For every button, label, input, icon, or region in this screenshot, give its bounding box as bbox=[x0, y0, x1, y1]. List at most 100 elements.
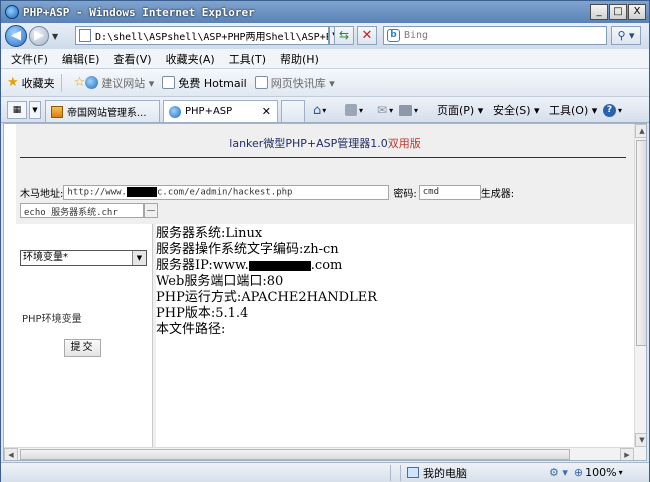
zoom-icon: ⊕ bbox=[573, 466, 584, 479]
help-icon: ? bbox=[603, 103, 616, 117]
page-title: lanker微型PHP+ASP管理器1.0双用版 bbox=[229, 137, 421, 150]
command-input[interactable]: echo 服务器系统.chr bbox=[20, 203, 144, 218]
menu-tools[interactable]: 工具(T) bbox=[229, 51, 266, 67]
function-select[interactable]: 环境变量* ▼ bbox=[20, 250, 147, 266]
favorites-bar: ★ 收藏夹 ☆ 建议网站 ▾ 免费 Hotmail 网页快讯库 ▾ bbox=[1, 69, 649, 97]
feeds-button[interactable]: ▾ bbox=[345, 101, 363, 119]
output-ip: 服务器IP:www. .com bbox=[156, 258, 343, 273]
mail-button[interactable]: ✉ ▾ bbox=[377, 101, 393, 119]
command-spinner[interactable] bbox=[144, 203, 158, 218]
search-placeholder: Bing bbox=[404, 30, 429, 41]
quick-tabs-icon[interactable]: ▦ bbox=[7, 101, 27, 119]
mail-icon: ✉ bbox=[377, 103, 388, 117]
trojan-url-label: 木马地址: bbox=[20, 189, 64, 200]
output-port: Web服务端口端口:80 bbox=[156, 274, 284, 289]
favorites-button[interactable]: 收藏夹 bbox=[22, 75, 55, 91]
divider bbox=[60, 73, 62, 92]
tab-bar: ▦ ▼ 帝国网站管理系... PHP+ASP ✕ ⌂ ▾ ▾ ✉ ▾ ▾ 页面(… bbox=[1, 97, 649, 123]
divider bbox=[20, 157, 626, 158]
page-icon bbox=[79, 29, 91, 42]
status-bar: 我的电脑 ⚙ ▾ ⊕ 100% ▾ bbox=[1, 462, 649, 482]
page-menu[interactable]: 页面(P) ▾ bbox=[437, 101, 483, 119]
history-dropdown-icon[interactable]: ▼ bbox=[52, 32, 58, 41]
redacted-block bbox=[248, 260, 311, 271]
menu-file[interactable]: 文件(F) bbox=[11, 51, 48, 67]
output-php-version: PHP版本:5.1.4 bbox=[156, 306, 249, 321]
close-button[interactable]: X bbox=[628, 4, 646, 20]
address-bar[interactable]: D:\shell\ASPshell\ASP+PHP两用Shell\ASP+PH bbox=[75, 26, 329, 45]
scroll-thumb[interactable] bbox=[636, 140, 646, 346]
refresh-button[interactable]: ⇆ bbox=[334, 26, 354, 45]
hotmail-link[interactable]: 免费 Hotmail bbox=[162, 75, 247, 91]
page-viewport: lanker微型PHP+ASP管理器1.0双用版 木马地址: http://ww… bbox=[3, 123, 647, 461]
scroll-up-icon[interactable]: ▲ bbox=[635, 124, 646, 138]
print-button[interactable]: ▾ bbox=[399, 101, 418, 119]
ie-icon bbox=[169, 105, 181, 118]
password-input[interactable]: cmd bbox=[418, 185, 481, 200]
ie-icon bbox=[85, 76, 99, 89]
home-button[interactable]: ⌂ ▾ bbox=[313, 101, 326, 119]
output-sapi: PHP运行方式:APACHE2HANDLER bbox=[156, 290, 378, 305]
back-button[interactable]: ◀ bbox=[5, 25, 27, 47]
minimize-button[interactable]: _ bbox=[590, 4, 608, 20]
password-label: 密码: bbox=[393, 189, 417, 200]
page-icon bbox=[254, 76, 268, 89]
home-icon: ⌂ bbox=[313, 102, 322, 118]
search-box[interactable]: b Bing bbox=[383, 26, 607, 45]
address-url: D:\shell\ASPshell\ASP+PHP两用Shell\ASP+PH bbox=[95, 32, 329, 43]
security-zone[interactable]: 我的电脑 bbox=[423, 465, 543, 481]
trojan-url-input[interactable]: http://www. c.com/e/admin/hackest.php bbox=[63, 185, 390, 200]
scroll-left-icon[interactable]: ◀ bbox=[4, 448, 18, 460]
scroll-thumb[interactable] bbox=[20, 449, 570, 460]
menu-help[interactable]: 帮助(H) bbox=[280, 51, 319, 67]
generator-label: 生成器: bbox=[480, 189, 515, 200]
scroll-corner bbox=[634, 447, 646, 460]
connection-form: 木马地址: http://www. c.com/e/admin/hackest.p… bbox=[20, 185, 514, 200]
tab-php-asp[interactable]: PHP+ASP ✕ bbox=[163, 100, 278, 122]
bing-icon: b bbox=[387, 29, 400, 42]
zoom-control[interactable]: ⊕ 100% ▾ bbox=[574, 466, 623, 479]
status-text bbox=[1, 464, 391, 481]
new-tab-button[interactable] bbox=[281, 100, 305, 122]
tab-list-dropdown-icon[interactable]: ▼ bbox=[29, 101, 41, 119]
submit-button[interactable]: 提交 bbox=[64, 339, 101, 357]
web-slice-gallery-link[interactable]: 网页快讯库 ▾ bbox=[254, 75, 335, 91]
rss-icon bbox=[345, 104, 357, 116]
navigation-bar: ◀ ▶ ▼ D:\shell\ASPshell\ASP+PHP两用Shell\A… bbox=[1, 23, 649, 49]
stop-button[interactable]: ✕ bbox=[357, 26, 377, 45]
chevron-down-icon: ▼ bbox=[132, 251, 146, 265]
tools-menu[interactable]: 工具(O) ▾ bbox=[549, 101, 597, 119]
favorites-star-icon: ★ bbox=[7, 75, 19, 90]
redacted-block bbox=[126, 187, 157, 197]
maximize-button[interactable]: □ bbox=[609, 4, 627, 20]
search-button[interactable]: ⚲ ▾ bbox=[611, 26, 641, 45]
protected-mode-icon[interactable]: ⚙ ▾ bbox=[549, 466, 568, 479]
output-path: 本文件路径: bbox=[156, 322, 226, 337]
computer-icon bbox=[407, 467, 419, 478]
safety-menu[interactable]: 安全(S) ▾ bbox=[493, 101, 540, 119]
menu-view[interactable]: 查看(V) bbox=[113, 51, 151, 67]
output-panel: 服务器系统:Linux 服务器操作系统文字编码:zh-cn 服务器IP:www.… bbox=[156, 224, 634, 447]
env-label: PHP环境变量 bbox=[22, 314, 82, 325]
forward-button[interactable]: ▶ bbox=[29, 26, 49, 46]
window-controls: _ □ X bbox=[590, 4, 646, 20]
help-button[interactable]: ? ▾ bbox=[603, 101, 622, 119]
favicon-icon bbox=[51, 105, 63, 118]
window-title: PHP+ASP - Windows Internet Explorer bbox=[23, 5, 255, 19]
vertical-scrollbar[interactable]: ▲ ▼ bbox=[634, 124, 646, 447]
suggested-sites-link[interactable]: 建议网站 ▾ bbox=[85, 75, 154, 91]
scroll-down-icon[interactable]: ▼ bbox=[635, 433, 646, 447]
horizontal-scrollbar[interactable]: ◀ ▶ bbox=[4, 447, 634, 460]
status-segment bbox=[391, 464, 401, 481]
tab-empire-cms[interactable]: 帝国网站管理系... bbox=[45, 100, 160, 122]
menu-favorites[interactable]: 收藏夹(A) bbox=[166, 51, 215, 67]
menu-edit[interactable]: 编辑(E) bbox=[62, 51, 100, 67]
printer-icon bbox=[399, 104, 412, 116]
scroll-right-icon[interactable]: ▶ bbox=[620, 448, 634, 460]
left-panel: 环境变量* ▼ PHP环境变量 提交 bbox=[16, 224, 153, 447]
title-bar[interactable]: PHP+ASP - Windows Internet Explorer _ □ … bbox=[1, 1, 649, 23]
ie-window: PHP+ASP - Windows Internet Explorer _ □ … bbox=[0, 0, 650, 482]
close-tab-icon[interactable]: ✕ bbox=[262, 105, 271, 118]
add-favorite-icon[interactable]: ☆ bbox=[74, 75, 86, 90]
menu-bar: 文件(F) 编辑(E) 查看(V) 收藏夹(A) 工具(T) 帮助(H) bbox=[1, 49, 649, 69]
